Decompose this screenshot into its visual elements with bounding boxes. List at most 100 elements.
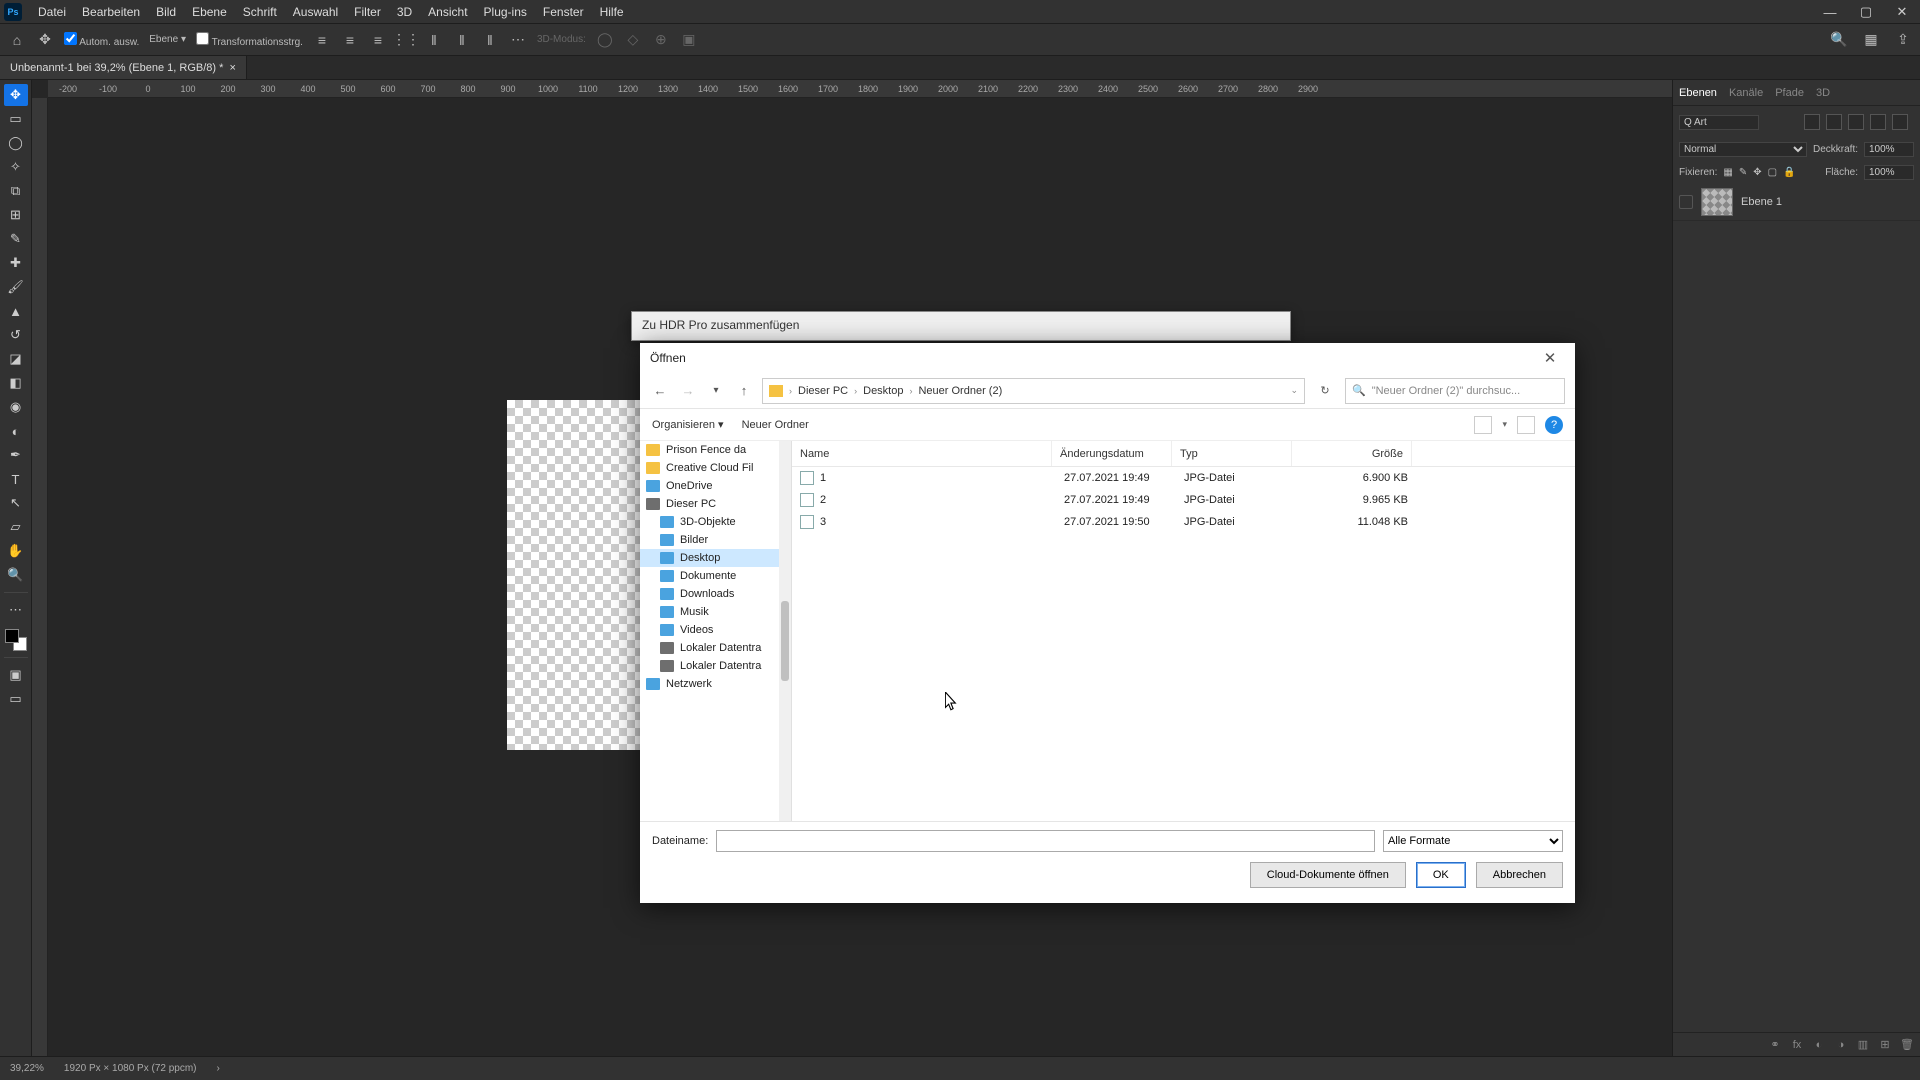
new-layer-icon[interactable]: ⊞ xyxy=(1878,1038,1892,1052)
nav-forward-button[interactable]: → xyxy=(678,381,698,401)
more-icon[interactable]: ⋯ xyxy=(509,31,527,49)
tree-dokumente[interactable]: Dokumente xyxy=(640,567,791,585)
align-v1-icon[interactable]: ‖ xyxy=(425,31,443,49)
filetype-select[interactable]: Alle Formate xyxy=(1383,830,1563,852)
lock-artboard-icon[interactable]: ▢ xyxy=(1768,167,1777,178)
lock-pixels-icon[interactable]: ✎ xyxy=(1739,167,1747,178)
tree-3d-objekte[interactable]: 3D-Objekte xyxy=(640,513,791,531)
tree-onedrive[interactable]: OneDrive xyxy=(640,477,791,495)
auto-select-checkbox[interactable] xyxy=(64,32,77,45)
dodge-tool[interactable]: ◐ xyxy=(4,420,28,442)
menu-datei[interactable]: Datei xyxy=(30,5,74,19)
organize-button[interactable]: Organisieren ▾ xyxy=(652,418,724,431)
hand-tool[interactable]: ✋ xyxy=(4,540,28,562)
pen-tool[interactable]: ✒ xyxy=(4,444,28,466)
file-row[interactable]: 327.07.2021 19:50JPG-Datei11.048 KB xyxy=(792,511,1575,533)
crop-tool[interactable]: ⧉ xyxy=(4,180,28,202)
col-type[interactable]: Typ xyxy=(1172,441,1292,466)
col-size[interactable]: Größe xyxy=(1292,441,1412,466)
tab-3d[interactable]: 3D xyxy=(1816,87,1830,99)
tree-creative-cloud-fil[interactable]: Creative Cloud Fil xyxy=(640,459,791,477)
view-dropdown-icon[interactable]: ▾ xyxy=(1502,419,1507,430)
folder-tree[interactable]: Prison Fence daCreative Cloud FilOneDriv… xyxy=(640,441,792,821)
maximize-button[interactable]: ▢ xyxy=(1848,0,1884,24)
preview-pane-button[interactable] xyxy=(1517,416,1535,434)
tree-scrollbar[interactable] xyxy=(779,441,791,821)
menu-fenster[interactable]: Fenster xyxy=(535,5,592,19)
align-v2-icon[interactable]: ‖ xyxy=(453,31,471,49)
marquee-tool[interactable]: ▭ xyxy=(4,108,28,130)
layer-dropdown[interactable]: Ebene ▾ xyxy=(149,34,186,45)
view-mode-button[interactable] xyxy=(1474,416,1492,434)
column-headers[interactable]: Name Änderungsdatum Typ Größe xyxy=(792,441,1575,467)
col-date[interactable]: Änderungsdatum xyxy=(1052,441,1172,466)
lock-position-icon[interactable]: ✥ xyxy=(1753,167,1761,178)
eyedropper-tool[interactable]: ✎ xyxy=(4,228,28,250)
tree-musik[interactable]: Musik xyxy=(640,603,791,621)
edit-toolbar-icon[interactable]: ⋯ xyxy=(4,599,28,621)
menu-ansicht[interactable]: Ansicht xyxy=(420,5,475,19)
filter-type-icon[interactable] xyxy=(1848,114,1864,130)
color-swatch[interactable] xyxy=(5,629,27,651)
home-icon[interactable]: ⌂ xyxy=(8,31,26,49)
share-icon[interactable]: ⇪ xyxy=(1894,31,1912,49)
tree-lokaler-datentra[interactable]: Lokaler Datentra xyxy=(640,639,791,657)
opacity-input[interactable] xyxy=(1864,142,1914,157)
tree-prison-fence-da[interactable]: Prison Fence da xyxy=(640,441,791,459)
quickmask-icon[interactable]: ▣ xyxy=(4,664,28,686)
menu-3d[interactable]: 3D xyxy=(389,5,420,19)
align-center-icon[interactable]: ≡ xyxy=(341,31,359,49)
magic-wand-tool[interactable]: ✧ xyxy=(4,156,28,178)
lock-all-icon[interactable]: 🔒 xyxy=(1783,167,1795,178)
filter-shape-icon[interactable] xyxy=(1870,114,1886,130)
link-layers-icon[interactable]: ⚭ xyxy=(1768,1038,1782,1052)
menu-auswahl[interactable]: Auswahl xyxy=(285,5,346,19)
lock-transparency-icon[interactable]: ▦ xyxy=(1723,167,1732,178)
filter-adjust-icon[interactable] xyxy=(1826,114,1842,130)
filter-smart-icon[interactable] xyxy=(1892,114,1908,130)
brush-tool[interactable]: 🖌 xyxy=(4,276,28,298)
align-left-icon[interactable]: ≡ xyxy=(313,31,331,49)
document-tab[interactable]: Unbenannt-1 bei 39,2% (Ebene 1, RGB/8) *… xyxy=(0,56,247,79)
path-selection-tool[interactable]: ↖ xyxy=(4,492,28,514)
layer-filter-input[interactable] xyxy=(1679,115,1759,130)
menu-bearbeiten[interactable]: Bearbeiten xyxy=(74,5,148,19)
layer-row[interactable]: Ebene 1 xyxy=(1673,184,1920,221)
align-right-icon[interactable]: ≡ xyxy=(369,31,387,49)
mask-icon[interactable]: ◐ xyxy=(1812,1038,1826,1052)
breadcrumb-pc[interactable]: Dieser PC xyxy=(798,385,848,397)
move-tool[interactable]: ✥ xyxy=(4,84,28,106)
nav-back-button[interactable]: ← xyxy=(650,381,670,401)
tree-dieser-pc[interactable]: Dieser PC xyxy=(640,495,791,513)
tree-netzwerk[interactable]: Netzwerk xyxy=(640,675,791,693)
workspace-icon[interactable]: ▦ xyxy=(1862,31,1880,49)
tab-layers[interactable]: Ebenen xyxy=(1679,87,1717,99)
address-bar[interactable]: › Dieser PC › Desktop › Neuer Ordner (2)… xyxy=(762,378,1305,404)
lasso-tool[interactable]: ◯ xyxy=(4,132,28,154)
distribute-icon[interactable]: ⋮⋮ xyxy=(397,31,415,49)
tree-bilder[interactable]: Bilder xyxy=(640,531,791,549)
file-row[interactable]: 227.07.2021 19:49JPG-Datei9.965 KB xyxy=(792,489,1575,511)
tree-videos[interactable]: Videos xyxy=(640,621,791,639)
layer-name[interactable]: Ebene 1 xyxy=(1741,196,1782,208)
minimize-button[interactable]: — xyxy=(1812,0,1848,24)
stamp-tool[interactable]: ▲ xyxy=(4,300,28,322)
tree-desktop[interactable]: Desktop xyxy=(640,549,791,567)
eraser-tool[interactable]: ◪ xyxy=(4,348,28,370)
tree-downloads[interactable]: Downloads xyxy=(640,585,791,603)
frame-tool[interactable]: ⊞ xyxy=(4,204,28,226)
layer-visibility-icon[interactable] xyxy=(1679,195,1693,209)
zoom-level[interactable]: 39,22% xyxy=(10,1063,44,1074)
search-box[interactable]: 🔍 "Neuer Ordner (2)" durchsuc... xyxy=(1345,378,1565,404)
filter-pixel-icon[interactable] xyxy=(1804,114,1820,130)
new-folder-button[interactable]: Neuer Ordner xyxy=(742,419,809,431)
menu-hilfe[interactable]: Hilfe xyxy=(592,5,632,19)
align-v3-icon[interactable]: ‖ xyxy=(481,31,499,49)
screenmode-icon[interactable]: ▭ xyxy=(4,688,28,710)
help-button[interactable]: ? xyxy=(1545,416,1563,434)
layer-thumbnail[interactable] xyxy=(1701,188,1733,216)
search-icon[interactable]: 🔍 xyxy=(1830,31,1848,49)
healing-brush-tool[interactable]: ✚ xyxy=(4,252,28,274)
zoom-tool[interactable]: 🔍 xyxy=(4,564,28,586)
breadcrumb-desktop[interactable]: Desktop xyxy=(863,385,903,397)
